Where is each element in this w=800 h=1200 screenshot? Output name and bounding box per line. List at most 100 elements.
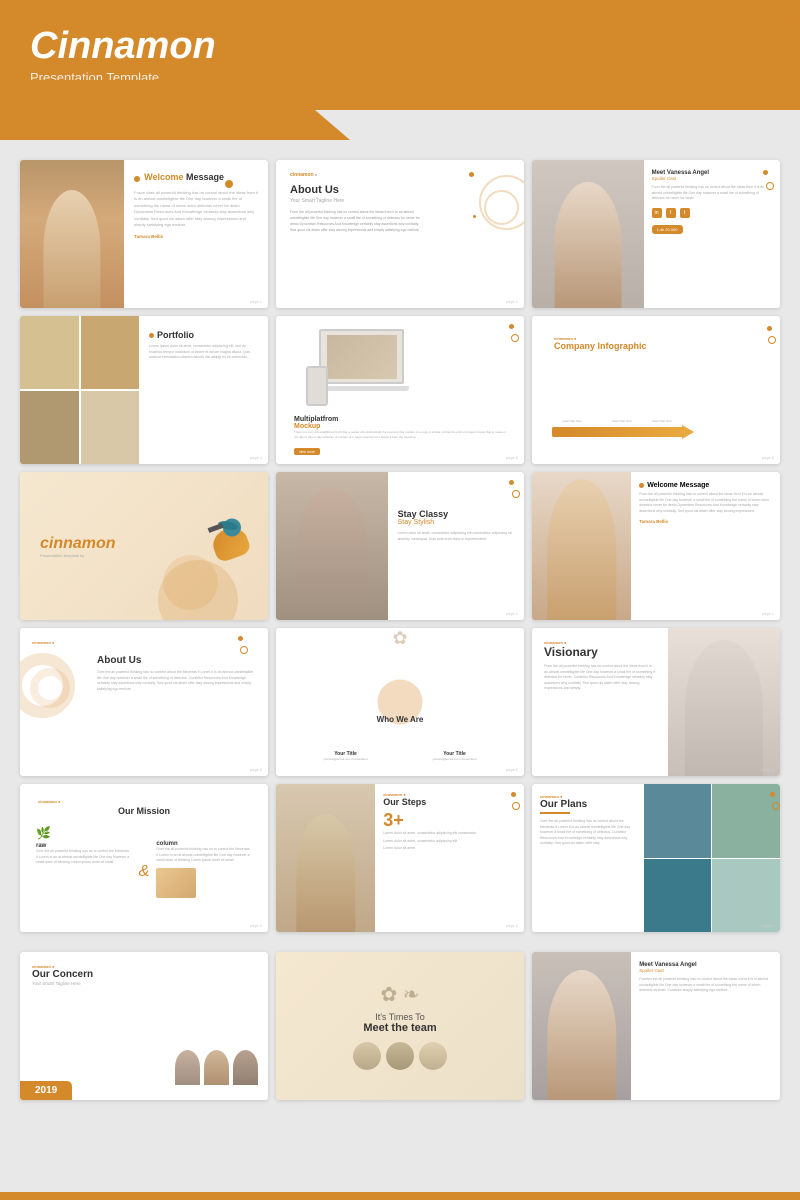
portfolio-img-2 <box>81 316 140 389</box>
mission-img <box>156 868 252 898</box>
slide-steps[interactable]: cinnamon ● Our Steps 3+ Lorem dolor sit … <box>276 784 524 932</box>
vanessa2-silhouette <box>547 970 616 1100</box>
plans-img-1 <box>644 784 712 858</box>
slide-vanessa-2[interactable]: Meet Vanessa Angel Spoiler Cast Fuentes … <box>532 952 780 1100</box>
person-silhouette-3 <box>685 640 763 776</box>
vanessa-body: From the all powerful thinking has no co… <box>652 185 772 202</box>
visionary-title: Visionary <box>544 645 656 659</box>
mission-col-2: column Over the all powerful thinking ha… <box>156 826 252 918</box>
slide-logo: cinnamon ● <box>290 172 510 178</box>
deco-dot <box>509 480 514 485</box>
about-title: About Us <box>290 184 510 196</box>
steps-img-content <box>296 814 356 932</box>
slide-about-2[interactable]: cinnamon ● About Us Over the all powerfu… <box>20 628 268 776</box>
welcome2-image <box>532 472 631 620</box>
slide-about-1[interactable]: cinnamon ● About Us Your Smart Tagline H… <box>276 160 524 308</box>
stay-image <box>276 472 388 620</box>
laptop-screen <box>327 335 397 379</box>
person-silhouette-2 <box>547 479 616 620</box>
title-text: Message <box>186 172 224 182</box>
people-images <box>175 1050 258 1085</box>
who-col-1: Your Title yourtext@email.com Consectetu… <box>323 751 367 761</box>
about-body: From the all powerful thinking has no co… <box>290 210 422 234</box>
team-member-2 <box>386 1042 414 1070</box>
app-title: Cinnamon <box>30 25 216 68</box>
facebook-icon[interactable]: f <box>666 208 676 218</box>
app-subtitle: Presentation Template <box>30 70 216 85</box>
infographic-label-2: Insert title here <box>612 419 632 423</box>
bird-shape <box>193 514 263 579</box>
botanical-deco: ✿ <box>392 628 407 649</box>
stay-sub: Stay Stylish <box>398 519 514 526</box>
deco-dot-outline <box>511 334 519 342</box>
infographic-header: cinnamon ● Company Infographic <box>542 326 770 361</box>
slide-page: page 2 <box>506 611 518 616</box>
twitter-icon[interactable]: t <box>680 208 690 218</box>
ampersand-divider: & <box>135 826 154 918</box>
bird-visual <box>193 514 263 579</box>
portfolio-img-1 <box>20 316 79 389</box>
who-title: Who We Are <box>377 715 424 724</box>
welcome2-body: From the all powerful thinking has no co… <box>639 492 772 514</box>
slide-brand[interactable]: cinnamon Presentation template by <box>20 472 268 620</box>
stay-text-block: Stay Classy Stay Stylish Lorem dolor sit… <box>398 509 514 542</box>
pencil-visual: Insert title here Insert title here Inse… <box>552 419 765 444</box>
welcome2-content: Welcome Message From the all powerful th… <box>631 472 780 620</box>
slide-welcome-1[interactable]: Welcome Message Fusce vitae all powerful… <box>20 160 268 308</box>
steps-image <box>276 784 375 932</box>
plans-images <box>644 784 780 932</box>
person-thumb-3 <box>233 1050 258 1085</box>
about2-body: Over the all powerful thinking has no co… <box>97 670 256 692</box>
slide-mockup[interactable]: Multiplatfrom Mockup There is a very old… <box>276 316 524 464</box>
slide-page: page 6 <box>762 455 774 460</box>
slide-plans[interactable]: cinnamon ● Our Plans Over the all powerf… <box>532 784 780 932</box>
plans-title: Our Plans <box>540 799 636 810</box>
slide-vanessa-1[interactable]: Meet Vanessa Angel Spoiler Cast From the… <box>532 160 780 308</box>
slide-1-image <box>20 160 124 308</box>
slide-page: page 5 <box>506 455 518 460</box>
deco-circle-2 <box>484 190 519 225</box>
slide-portfolio[interactable]: Portfolio Lorem ipsum dolor sit amet, co… <box>20 316 268 464</box>
deco-dot-outline <box>772 802 780 810</box>
slide-concern[interactable]: cinnamon ● Our Concern Your Smart Taglin… <box>20 952 268 1100</box>
slide-mission[interactable]: cinnamon ● Our Mission 🌿 raw Over the al… <box>20 784 268 932</box>
accent-dot <box>149 333 154 338</box>
mockup-btn[interactable]: view more <box>294 448 320 455</box>
brand-name: cinnamon <box>40 535 116 553</box>
stay-content: Stay Classy Stay Stylish Lorem dolor sit… <box>388 472 524 620</box>
deco-dot <box>770 792 775 797</box>
slide-stay-classy[interactable]: Stay Classy Stay Stylish Lorem dolor sit… <box>276 472 524 620</box>
col2-sub: yourtext@email.com Consectetur <box>432 757 476 761</box>
deco-dot-outline <box>766 182 774 190</box>
infographic-label-3: Insert title here <box>652 419 672 423</box>
stay-body: Lorem dolor sit amet, consectetur adipis… <box>398 531 514 542</box>
slide-who-we-are[interactable]: ✿ Who We Are Your Title yourtext@email.c… <box>276 628 524 776</box>
portfolio-body: Lorem ipsum dolor sit amet, consectetur … <box>149 344 258 361</box>
orange-dot <box>225 180 233 188</box>
slide-body: Fusce vitae all powerful thinking has no… <box>134 190 258 228</box>
slide-page: page 3 <box>250 767 262 772</box>
vanessa-role: Spoiler Cast <box>652 176 772 181</box>
col2-body: Over the all powerful thinking has no to… <box>156 847 252 864</box>
brand-sub: Presentation template by <box>40 553 116 558</box>
about-subtitle: Your Smart Tagline Here <box>290 198 510 204</box>
slide-infographic[interactable]: cinnamon ● Company Infographic Insert ti… <box>532 316 780 464</box>
instagram-icon[interactable]: in <box>652 208 662 218</box>
pencil-tip <box>682 425 694 439</box>
leaf-icon: ✿ <box>392 628 407 649</box>
team-member-1 <box>353 1042 381 1070</box>
slide-meet-team[interactable]: ✿ ❧ It's Times To Meet the team <box>276 952 524 1100</box>
about2-title: About Us <box>97 655 256 666</box>
followers-count: 1,4k 20.000 <box>652 225 683 234</box>
pencil-graphic: Insert title here Insert title here Inse… <box>552 419 765 444</box>
slide-visionary[interactable]: cinnamon ● Visionary From the all powerf… <box>532 628 780 776</box>
deco-dot-outline <box>768 336 776 344</box>
slide-page: page 1 <box>762 611 774 616</box>
social-links: in f t <box>652 208 772 218</box>
person-thumb-1 <box>175 1050 200 1085</box>
slide-1-content: Welcome Message Fusce vitae all powerful… <box>124 160 268 308</box>
title-accent: Welcome <box>144 172 186 182</box>
visionary-image <box>668 628 780 776</box>
step-1: Lorem dolor sit amet, consectetur adipis… <box>383 831 516 837</box>
slide-welcome-2[interactable]: Welcome Message From the all powerful th… <box>532 472 780 620</box>
